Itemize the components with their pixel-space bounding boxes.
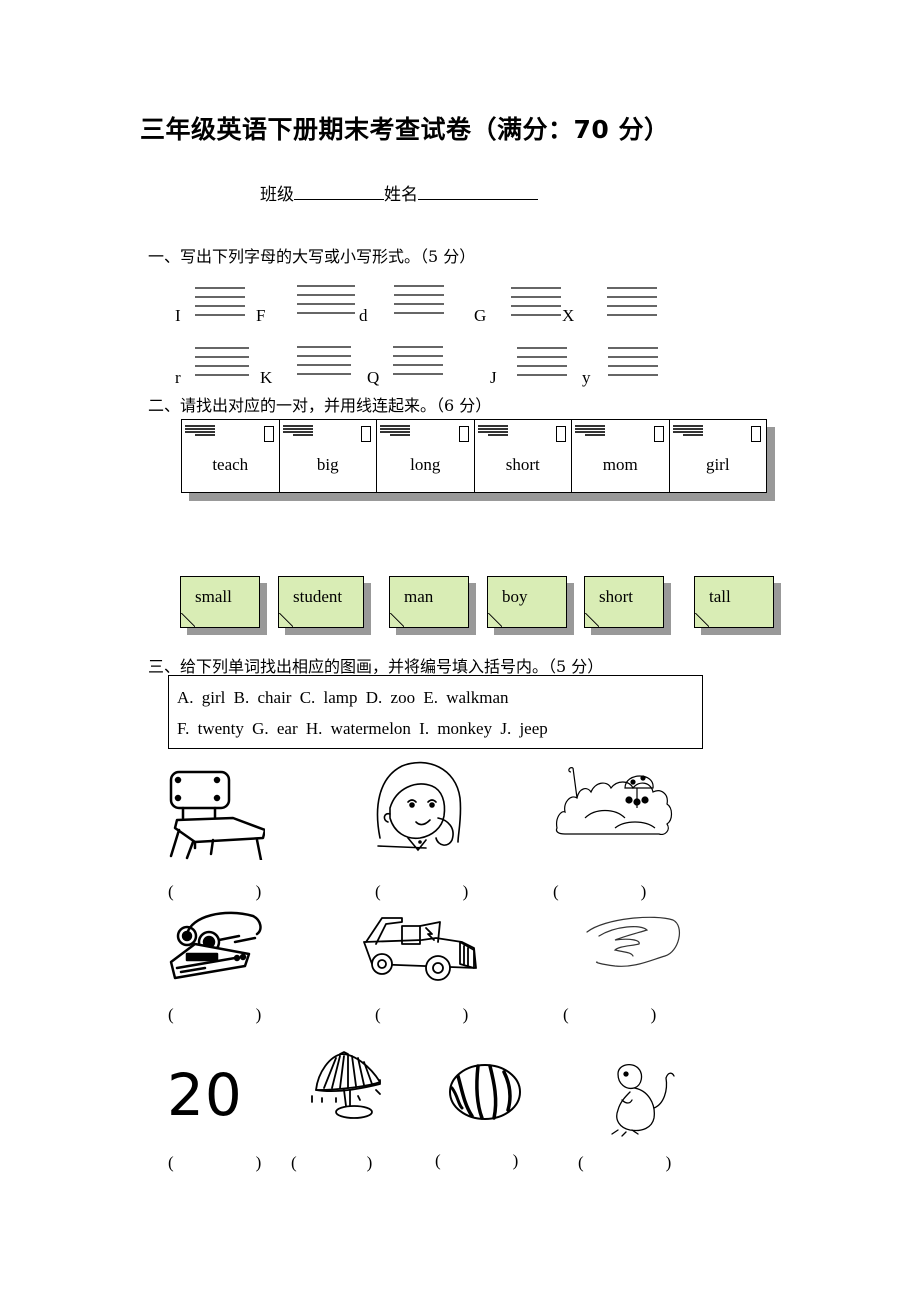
writing-lines[interactable]	[195, 287, 245, 325]
word-card[interactable]: long	[377, 420, 475, 492]
answer-blank[interactable]: ()	[578, 1153, 671, 1173]
box-icon	[556, 426, 566, 442]
note-word: student	[293, 587, 343, 606]
answer-blank[interactable]: ()	[291, 1153, 372, 1173]
answer-blank[interactable]: ()	[563, 1005, 656, 1025]
writing-lines[interactable]	[195, 347, 249, 385]
answer-blank[interactable]: ()	[553, 882, 646, 902]
letter: F	[256, 306, 266, 325]
lines-icon	[575, 425, 605, 437]
section1-heading: 一、写出下列字母的大写或小写形式。（5 分）	[148, 247, 476, 266]
card-word: mom	[602, 455, 638, 474]
lines-icon	[185, 425, 215, 437]
options-line-2: F. twenty G. ear H. watermelon I. monkey…	[177, 719, 548, 738]
word-note[interactable]: short	[584, 576, 664, 628]
word-note[interactable]: man	[389, 576, 469, 628]
writing-lines[interactable]	[517, 347, 567, 385]
note-word: short	[599, 587, 633, 606]
word-card[interactable]: mom	[572, 420, 670, 492]
zoo-icon	[555, 758, 675, 838]
girl-icon	[372, 758, 464, 852]
note-word: boy	[502, 587, 528, 606]
writing-lines[interactable]	[608, 347, 658, 385]
writing-lines[interactable]	[394, 285, 444, 323]
walkman-icon	[165, 910, 265, 980]
folded-corner-icon	[585, 613, 599, 627]
card-word: girl	[705, 455, 730, 474]
word-card[interactable]: teach	[182, 420, 280, 492]
twenty-number: 20	[167, 1061, 243, 1129]
lines-icon	[477, 425, 508, 437]
card-word: short	[505, 455, 540, 474]
name-label: 姓名	[384, 185, 418, 204]
note-word: man	[404, 587, 434, 606]
lamp-icon	[310, 1050, 390, 1122]
letter: r	[175, 368, 181, 387]
box-icon	[458, 426, 469, 442]
card-word: teach	[212, 455, 249, 474]
folded-corner-icon	[488, 613, 502, 627]
card-word: long	[410, 455, 441, 474]
options-line-1: A. girl B. chair C. lamp D. zoo E. walkm…	[177, 688, 509, 707]
class-label: 班级	[260, 185, 294, 204]
box-icon	[263, 426, 274, 442]
folded-corner-icon	[181, 613, 195, 627]
answer-blank[interactable]: ()	[168, 1153, 261, 1173]
section3-heading: 三、给下列单词找出相应的图画，并将编号填入括号内。（5 分）	[148, 657, 604, 676]
letter: K	[260, 368, 273, 387]
student-info: 班级 姓名	[260, 180, 538, 205]
letter: X	[562, 306, 575, 325]
word-card[interactable]: short	[475, 420, 572, 492]
note-word: tall	[709, 587, 731, 606]
chair-icon	[165, 768, 265, 860]
writing-lines[interactable]	[297, 346, 351, 384]
class-blank[interactable]	[294, 183, 384, 200]
writing-lines[interactable]	[511, 287, 561, 325]
page-title: 三年级英语下册期末考查试卷（满分：70 分）	[140, 115, 670, 144]
letter: J	[490, 368, 497, 387]
word-options-box: A. girl B. chair C. lamp D. zoo E. walkm…	[168, 675, 703, 749]
writing-lines[interactable]	[393, 346, 443, 384]
top-word-cards: teach big long short mom girl	[181, 419, 767, 493]
letter: Q	[367, 368, 380, 387]
letter: y	[582, 368, 591, 387]
answer-blank[interactable]: ()	[435, 1151, 518, 1171]
word-card[interactable]: girl	[670, 420, 767, 492]
writing-lines[interactable]	[297, 285, 355, 323]
word-card[interactable]: big	[280, 420, 377, 492]
letter: G	[474, 306, 487, 325]
lines-icon	[380, 425, 410, 437]
word-note[interactable]: small	[180, 576, 260, 628]
folded-corner-icon	[695, 613, 709, 627]
box-icon	[751, 426, 761, 442]
section2-heading: 二、请找出对应的一对，并用线连起来。（6 分）	[148, 396, 492, 415]
name-blank[interactable]	[418, 183, 538, 200]
letter: d	[359, 306, 368, 325]
box-icon	[653, 426, 664, 442]
watermelon-icon	[448, 1060, 523, 1122]
ear-icon	[585, 912, 685, 972]
folded-corner-icon	[279, 613, 293, 627]
word-note[interactable]: student	[278, 576, 364, 628]
letter: I	[175, 306, 181, 325]
lines-icon	[282, 425, 313, 437]
answer-blank[interactable]: ()	[168, 1005, 261, 1025]
answer-blank[interactable]: ()	[375, 1005, 468, 1025]
lines-icon	[672, 425, 703, 437]
box-icon	[361, 426, 371, 442]
card-word: big	[316, 455, 339, 474]
jeep-icon	[362, 912, 487, 982]
word-note[interactable]: tall	[694, 576, 774, 628]
folded-corner-icon	[390, 613, 404, 627]
writing-lines[interactable]	[607, 287, 657, 325]
monkey-icon	[608, 1060, 678, 1138]
word-note[interactable]: boy	[487, 576, 567, 628]
answer-blank[interactable]: ()	[168, 882, 261, 902]
answer-blank[interactable]: ()	[375, 882, 468, 902]
note-word: small	[195, 587, 232, 606]
